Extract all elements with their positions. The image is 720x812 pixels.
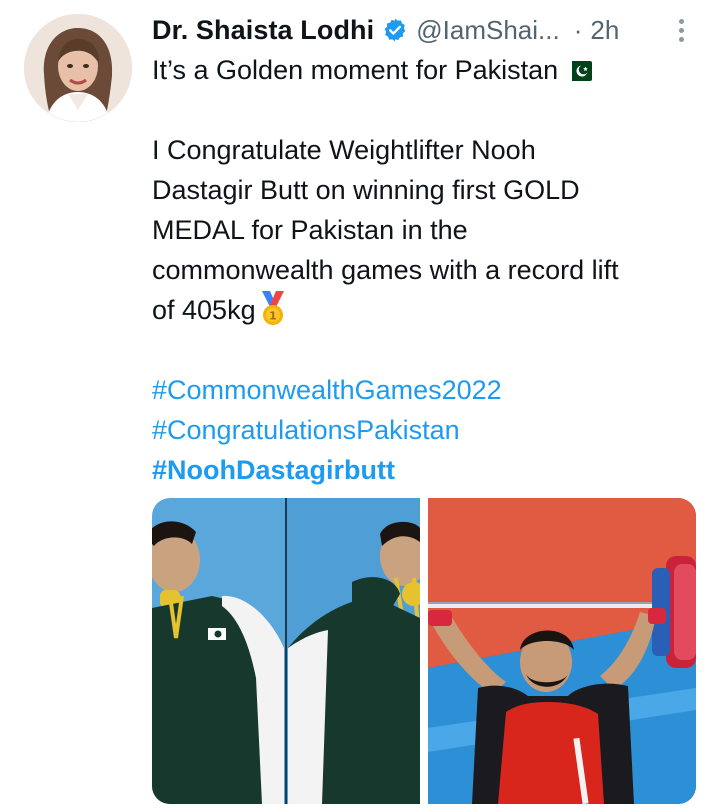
tweet-header: Dr. Shaista Lodhi @IamShai... · 2h: [152, 10, 696, 50]
verified-badge-icon: [384, 18, 406, 42]
athlete-biting-medal-photo[interactable]: [152, 498, 420, 804]
user-handle[interactable]: @IamShai...: [416, 15, 559, 46]
tweet-line: MEDAL for Pakistan in the: [152, 215, 468, 245]
hashtag-link[interactable]: #CongratulationsPakistan: [152, 410, 697, 450]
tweet-line: Dastagir Butt on winning first GOLD: [152, 175, 580, 205]
profile-avatar[interactable]: [24, 14, 132, 122]
tweet-line: of 405kg 1: [152, 290, 697, 330]
svg-text:1: 1: [269, 310, 277, 323]
tweet-line: commonwealth games with a record lift: [152, 255, 619, 285]
weightlifter-lifting-photo[interactable]: [428, 498, 696, 804]
tweet-line: I Congratulate Weightlifter Nooh: [152, 135, 536, 165]
gold-medal-emoji: 1: [261, 291, 284, 325]
display-name[interactable]: Dr. Shaista Lodhi: [152, 15, 374, 46]
tweet-text: It’s a Golden moment for Pakistan I Cong…: [152, 50, 697, 490]
hashtag-link[interactable]: #NoohDastagirbutt: [152, 450, 697, 490]
hashtag-link[interactable]: #CommonwealthGames2022: [152, 370, 697, 410]
tweet-line: It’s a Golden moment for Pakistan: [152, 50, 697, 90]
separator-dot: ·: [573, 14, 583, 45]
pakistan-flag-emoji: [566, 61, 593, 81]
more-options-icon[interactable]: [666, 14, 696, 46]
avatar-portrait: [24, 14, 132, 122]
tweet-media: [152, 498, 696, 804]
tweet-timestamp[interactable]: 2h: [590, 15, 619, 46]
